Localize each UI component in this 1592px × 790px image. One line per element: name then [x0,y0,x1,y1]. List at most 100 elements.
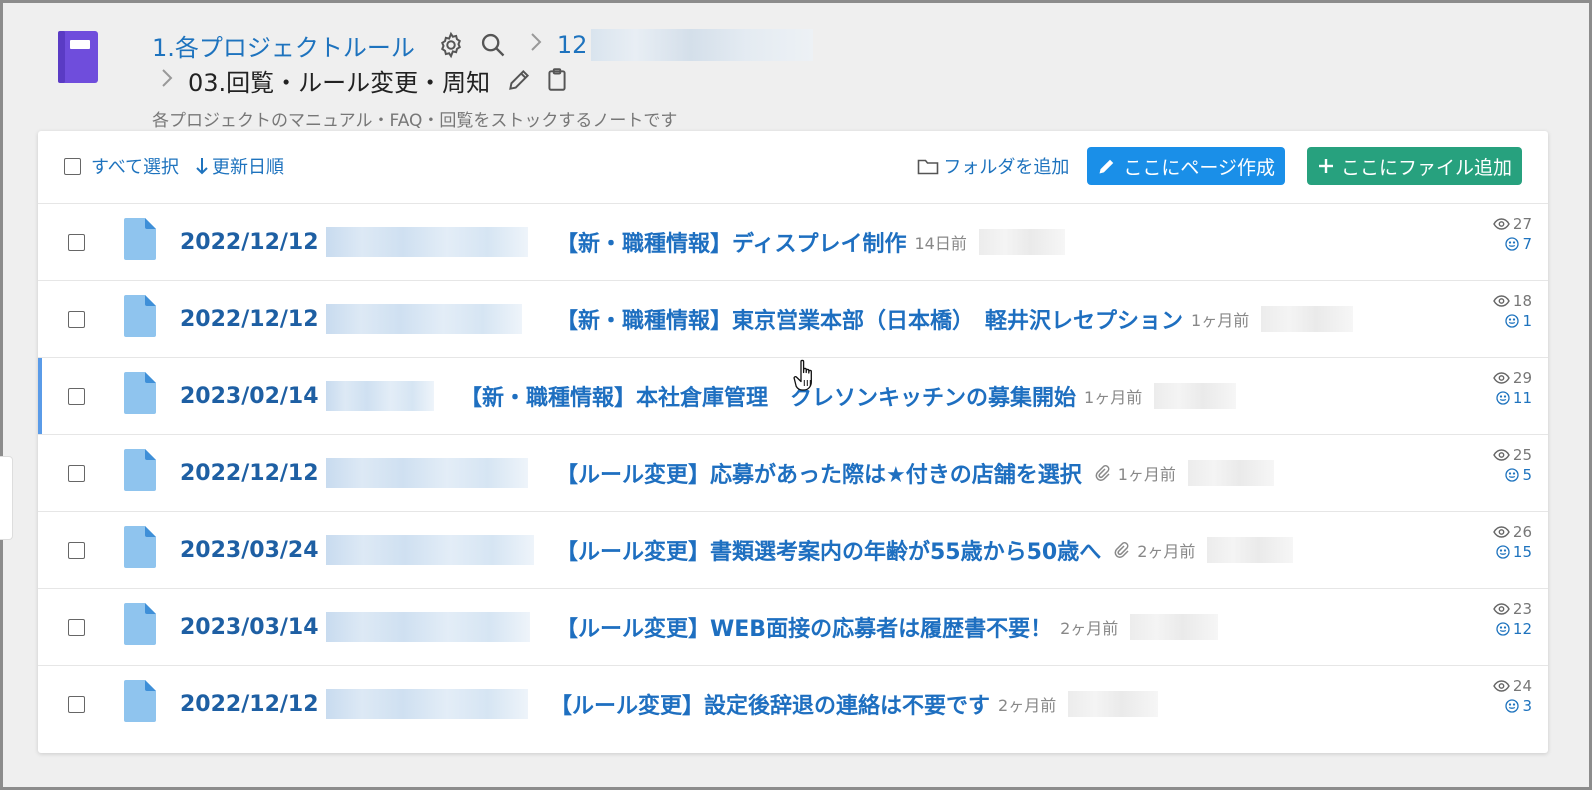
list-item[interactable]: 2023/03/24 【ルール変更】書類選考案内の年齢が55歳から50歳へ 2ヶ… [38,512,1548,589]
add-file-label: ここにファイル追加 [1340,156,1512,179]
add-folder-label: フォルダを追加 [943,157,1070,178]
reaction-count: 12 [1512,620,1532,638]
sort-button[interactable]: 更新日順 [195,153,284,179]
row-checkbox[interactable] [68,388,85,405]
smile-icon [1505,699,1520,713]
redacted-author [326,304,522,334]
folder-icon [918,159,939,175]
paperclip-icon [1113,541,1129,559]
select-all-checkbox[interactable] [64,157,81,175]
row-updated-ago: 2ヶ月前 [1060,619,1119,638]
row-date: 2022/12/12 [180,229,319,255]
row-checkbox[interactable] [68,234,85,251]
side-panel-handle[interactable] [0,456,13,540]
view-count: 26 [1512,523,1532,541]
view-count: 24 [1512,677,1532,695]
redacted-author [326,227,528,257]
row-date: 2023/02/14 [180,383,319,409]
eye-icon [1493,372,1510,384]
row-updated-ago: 1ヶ月前 [1084,388,1143,407]
row-title[interactable]: 【新・職種情報】ディスプレイ制作 [556,226,906,258]
redacted-editor [1187,460,1274,486]
view-count: 18 [1512,292,1532,310]
list-item[interactable]: 2022/12/12 【ルール変更】設定後辞退の連絡は不要です 2ヶ月前 24 … [38,666,1548,742]
search-icon[interactable] [479,31,507,59]
redacted-editor [978,229,1065,255]
redacted-editor [1207,537,1294,563]
arrow-down-icon [196,158,208,175]
smile-icon [1496,391,1510,405]
row-updated-ago: 2ヶ月前 [1137,542,1196,561]
select-all-label[interactable]: すべて選択 [91,153,179,179]
eye-icon [1493,680,1510,692]
row-stats: 23 12 [1493,599,1532,639]
view-count: 29 [1512,369,1532,387]
reaction-count: 1 [1522,312,1532,330]
redacted-author [326,689,528,719]
list-item[interactable]: 2022/12/12 【新・職種情報】ディスプレイ制作 14日前 27 7 [38,204,1548,281]
notebook-icon [58,31,98,83]
row-stats: 27 7 [1493,214,1532,254]
row-date: 2022/12/12 [180,460,319,486]
page-list-card: すべて選択 更新日順 フォルダを追加 ここにページ作成 ここにファイル追加 20… [38,131,1548,753]
redacted-author [326,612,530,642]
reaction-count: 11 [1512,389,1532,407]
breadcrumb-current-row: 03.回覧・ルール変更・周知 [160,62,570,98]
row-title[interactable]: 【ルール変更】書類選考案内の年齢が55歳から50歳へ [556,534,1101,566]
view-count: 27 [1512,215,1532,233]
row-stats: 18 1 [1493,291,1532,331]
redacted-editor [1068,691,1159,717]
notebook-description: 各プロジェクトのマニュアル・FAQ・回覧をストックするノートです [152,111,678,131]
eye-icon [1493,295,1510,307]
row-updated-ago: 1ヶ月前 [1191,311,1250,330]
row-checkbox[interactable] [68,542,85,559]
file-icon [124,372,156,414]
file-icon [124,526,156,568]
row-title[interactable]: 【ルール変更】応募があった際は★付きの店舗を選択 [556,457,1082,489]
row-checkbox[interactable] [68,311,85,328]
list-item[interactable]: 2023/03/14 【ルール変更】WEB面接の応募者は履歴書不要！ 2ヶ月前 … [38,589,1548,666]
row-date: 2022/12/12 [180,306,319,332]
gear-icon[interactable] [437,31,465,59]
row-checkbox[interactable] [68,696,85,713]
reaction-count: 3 [1522,697,1532,715]
reaction-count: 7 [1522,235,1532,253]
file-icon [124,449,156,491]
row-updated-ago: 1ヶ月前 [1117,465,1176,484]
row-updated-ago: 2ヶ月前 [998,696,1057,715]
redacted-author [326,458,528,488]
create-page-button[interactable]: ここにページ作成 [1087,147,1285,185]
row-checkbox[interactable] [68,465,85,482]
clipboard-icon[interactable] [544,67,570,93]
breadcrumb-project[interactable]: 1.各プロジェクトルール [152,28,415,63]
sort-label: 更新日順 [212,157,285,178]
row-date: 2023/03/24 [180,537,319,563]
list-item[interactable]: 2022/12/12 【ルール変更】応募があった際は★付きの店舗を選択 1ヶ月前… [38,435,1548,512]
row-updated-ago: 14日前 [914,234,967,253]
chevron-right-icon [160,67,174,93]
list-item[interactable]: 2022/12/12 【新・職種情報】東京営業本部（日本橋） 軽井沢レセプション… [38,281,1548,358]
add-file-button[interactable]: ここにファイル追加 [1306,147,1522,185]
smile-icon [1505,237,1520,251]
smile-icon [1496,545,1510,559]
redacted-editor [1154,383,1237,409]
row-title[interactable]: 【新・職種情報】本社倉庫管理 クレソンキッチンの募集開始 [460,380,1076,412]
add-folder-button[interactable]: フォルダを追加 [917,153,1069,179]
row-date: 2023/03/14 [180,614,319,640]
redacted-folder-name [591,29,814,61]
page-list: 2022/12/12 【新・職種情報】ディスプレイ制作 14日前 27 7 20… [38,204,1548,742]
eye-icon [1493,218,1510,230]
smile-icon [1505,314,1520,328]
view-count: 23 [1512,600,1532,618]
pencil-icon[interactable] [506,67,532,93]
file-icon [124,603,156,645]
breadcrumb-folder[interactable]: 12 [557,31,588,59]
row-checkbox[interactable] [68,619,85,636]
row-title[interactable]: 【新・職種情報】東京営業本部（日本橋） 軽井沢レセプション [556,303,1183,335]
row-stats: 25 5 [1493,445,1532,485]
row-stats: 29 11 [1493,368,1532,408]
redacted-author [326,381,434,411]
row-title[interactable]: 【ルール変更】設定後辞退の連絡は不要です [550,688,990,720]
redacted-editor [1261,306,1354,332]
row-title[interactable]: 【ルール変更】WEB面接の応募者は履歴書不要！ [556,611,1052,643]
